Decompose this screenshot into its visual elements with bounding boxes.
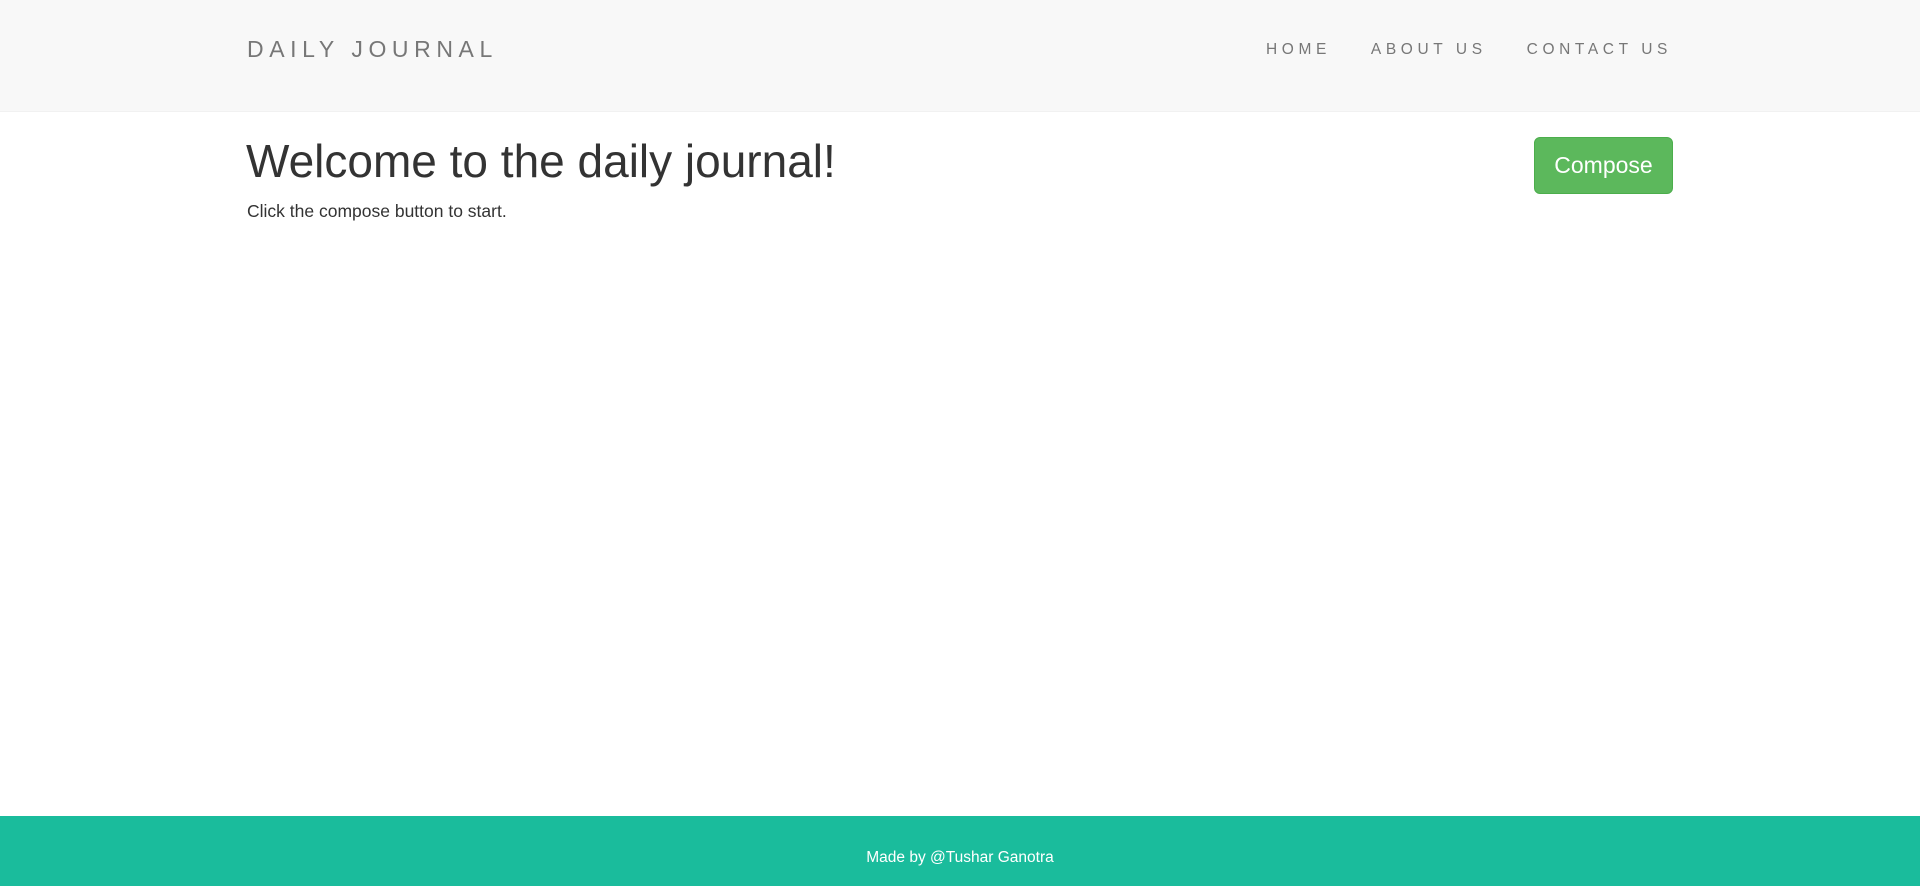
nav-item-contact: CONTACT US — [1527, 40, 1672, 60]
nav-link-contact-us[interactable]: CONTACT US — [1527, 40, 1672, 60]
footer: Made by @Tushar Ganotra — [0, 816, 1920, 886]
nav-item-home: HOME — [1266, 40, 1331, 60]
navbar: DAILY JOURNAL HOME ABOUT US CONTACT US — [0, 0, 1920, 112]
page-subtext: Click the compose button to start. — [247, 201, 507, 221]
page-heading: Welcome to the daily journal! — [246, 135, 836, 187]
nav-item-about: ABOUT US — [1371, 40, 1487, 60]
brand-link[interactable]: DAILY JOURNAL — [247, 35, 498, 63]
nav-links: HOME ABOUT US CONTACT US — [1226, 40, 1672, 60]
nav-link-home[interactable]: HOME — [1266, 40, 1331, 60]
compose-button[interactable]: Compose — [1534, 137, 1673, 194]
footer-credit: Made by @Tushar Ganotra — [866, 849, 1054, 866]
nav-link-about-us[interactable]: ABOUT US — [1371, 40, 1487, 60]
